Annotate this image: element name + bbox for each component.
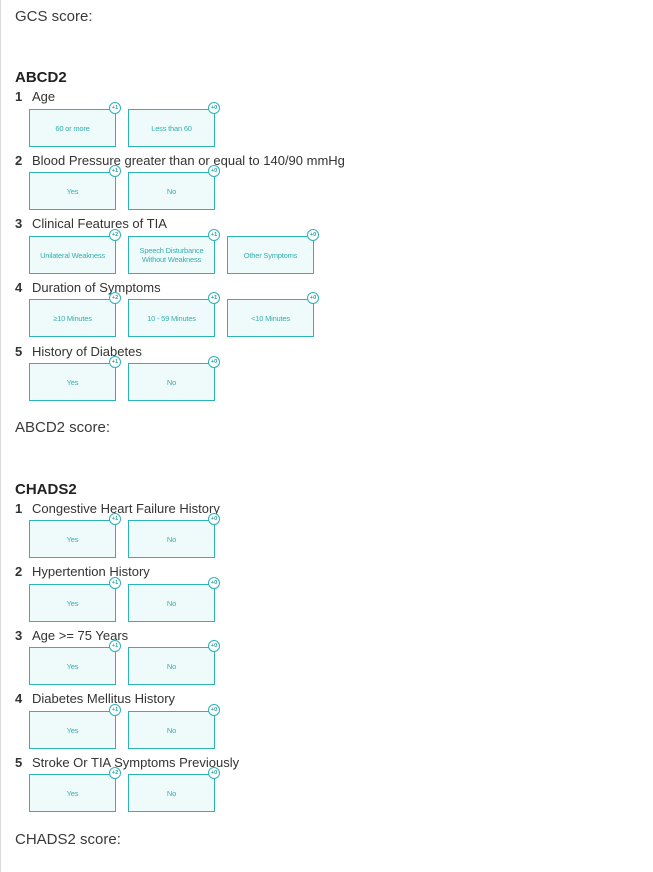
points-badge: +2	[109, 229, 121, 241]
option-label: 10 - 59 Minutes	[147, 313, 196, 323]
question-text: Congestive Heart Failure History	[32, 501, 220, 516]
chads2-q5-option-1[interactable]: Yes +2	[29, 767, 121, 812]
abcd2-q4-option-3[interactable]: <10 Minutes +0	[227, 292, 319, 337]
chads2-q2-option-2[interactable]: No +0	[128, 577, 220, 622]
points-badge: +1	[208, 292, 220, 304]
question-text: Blood Pressure greater than or equal to …	[32, 153, 345, 168]
abcd2-q5-option-1[interactable]: Yes +1	[29, 356, 121, 401]
option-label: Yes	[66, 534, 79, 544]
option-label: Yes	[66, 725, 79, 735]
points-badge: +1	[109, 102, 121, 114]
points-badge: +0	[208, 577, 220, 589]
abcd2-question-3: 3 Clinical Features of TIA	[15, 216, 167, 231]
option-label: Speech Disturbance Without Weakness	[139, 246, 204, 264]
option-label: ≥10 Minutes	[53, 313, 92, 323]
option-label: Other Symptoms	[243, 250, 298, 260]
points-badge: +0	[208, 513, 220, 525]
question-number: 2	[15, 153, 23, 168]
option-label: Yes	[66, 186, 79, 196]
question-number: 1	[15, 501, 23, 516]
points-badge: +0	[307, 229, 319, 241]
question-text: Diabetes Mellitus History	[32, 691, 176, 706]
question-number: 5	[15, 755, 23, 770]
option-label: <10 Minutes	[251, 313, 290, 323]
option-label: Yes	[66, 788, 79, 798]
abcd2-q1-option-2[interactable]: Less than 60 +0	[128, 102, 220, 147]
option-label: Yes	[66, 598, 79, 608]
abcd2-q3-option-2[interactable]: Speech Disturbance Without Weakness +1	[128, 229, 220, 274]
points-badge: +1	[109, 577, 121, 589]
points-badge: +0	[208, 704, 220, 716]
abcd2-q2-option-2[interactable]: No +0	[128, 165, 220, 210]
abcd2-q1-option-1[interactable]: 60 or more +1	[29, 102, 121, 147]
question-number: 4	[15, 280, 23, 295]
abcd2-q2-option-1[interactable]: Yes +1	[29, 165, 121, 210]
option-label: Unilateral Weakness	[40, 250, 105, 260]
abcd2-q4-option-2[interactable]: 10 - 59 Minutes +1	[128, 292, 220, 337]
option-label: Yes	[66, 661, 79, 671]
left-border	[0, 0, 1, 872]
points-badge: +1	[109, 513, 121, 525]
abcd2-q4-option-1[interactable]: ≥10 Minutes +2	[29, 292, 121, 337]
question-text: Hypertention History	[32, 564, 150, 579]
option-label: No	[166, 534, 177, 544]
question-number: 3	[15, 628, 23, 643]
points-badge: +1	[109, 356, 121, 368]
option-label: No	[166, 598, 177, 608]
chads2-q4-option-1[interactable]: Yes +1	[29, 704, 121, 749]
chads2-q5-option-2[interactable]: No +0	[128, 767, 220, 812]
option-label: No	[166, 788, 177, 798]
chads2-question-5: 5 Stroke Or TIA Symptoms Previously	[15, 755, 239, 770]
question-text: Clinical Features of TIA	[32, 216, 167, 231]
option-label: Less than 60	[151, 123, 192, 133]
question-number: 2	[15, 564, 23, 579]
chads2-question-2: 2 Hypertention History	[15, 564, 150, 579]
abcd2-score-label: ABCD2 score:	[15, 419, 111, 436]
question-text: Duration of Symptoms	[32, 280, 161, 295]
points-badge: +0	[208, 640, 220, 652]
points-badge: +1	[109, 165, 121, 177]
question-number: 1	[15, 89, 23, 104]
chads2-title: CHADS2	[15, 481, 77, 498]
abcd2-q3-option-1[interactable]: Unilateral Weakness +2	[29, 229, 121, 274]
chads2-question-4: 4 Diabetes Mellitus History	[15, 691, 175, 706]
option-label: No	[166, 661, 177, 671]
chads2-q3-option-1[interactable]: Yes +1	[29, 640, 121, 685]
option-label: No	[166, 725, 177, 735]
question-text: Stroke Or TIA Symptoms Previously	[32, 755, 240, 770]
chads2-q1-option-2[interactable]: No +0	[128, 513, 220, 558]
abcd2-question-2: 2 Blood Pressure greater than or equal to…	[15, 153, 345, 168]
points-badge: +0	[208, 356, 220, 368]
abcd2-q3-option-3[interactable]: Other Symptoms +0	[227, 229, 319, 274]
chads2-q4-option-2[interactable]: No +0	[128, 704, 220, 749]
chads2-q3-option-2[interactable]: No +0	[128, 640, 220, 685]
option-label: Yes	[66, 377, 79, 387]
question-number: 3	[15, 216, 23, 231]
points-badge: +2	[109, 292, 121, 304]
option-label: 60 or more	[55, 123, 90, 133]
question-number: 4	[15, 691, 23, 706]
abcd2-title: ABCD2	[15, 69, 67, 86]
chads2-q1-option-1[interactable]: Yes +1	[29, 513, 121, 558]
abcd2-q5-option-2[interactable]: No +0	[128, 356, 220, 401]
abcd2-question-5: 5 History of Diabetes	[15, 344, 142, 359]
question-text: Age	[32, 89, 56, 104]
points-badge: +0	[208, 767, 220, 779]
points-badge: +1	[208, 229, 220, 241]
abcd2-question-4: 4 Duration of Symptoms	[15, 280, 161, 295]
points-badge: +2	[109, 767, 121, 779]
chads2-q2-option-1[interactable]: Yes +1	[29, 577, 121, 622]
points-badge: +1	[109, 640, 121, 652]
points-badge: +1	[109, 704, 121, 716]
points-badge: +0	[307, 292, 319, 304]
gcs-score-label: GCS score:	[15, 8, 93, 25]
points-badge: +0	[208, 102, 220, 114]
option-label: No	[166, 186, 177, 196]
option-label: No	[166, 377, 177, 387]
question-text: History of Diabetes	[32, 344, 142, 359]
points-badge: +0	[208, 165, 220, 177]
question-number: 5	[15, 344, 23, 359]
abcd2-question-1: 1 Age	[15, 89, 55, 104]
chads2-score-label: CHADS2 score:	[15, 831, 121, 848]
